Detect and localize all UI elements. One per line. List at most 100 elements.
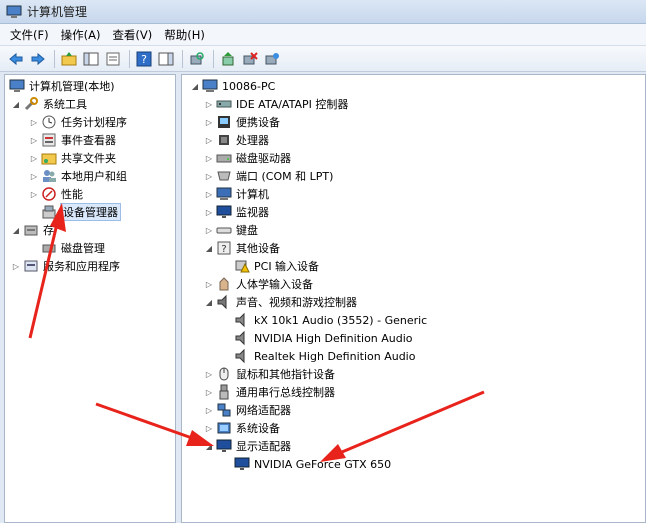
folder-up-icon [61,51,77,65]
expand-toggle[interactable]: ▷ [204,424,214,433]
device-category-label: 网络适配器 [236,404,291,417]
tree-item-storage[interactable]: ◢ 存 [11,221,54,239]
menu-view[interactable]: 查看(V) [106,25,158,45]
back-button[interactable] [6,49,26,69]
device-category-label: 人体学输入设备 [236,278,313,291]
device-category-keyboards[interactable]: ▷ 键盘 [204,221,258,239]
up-folder-button[interactable] [59,49,79,69]
computer-management-icon [9,79,25,92]
expand-toggle[interactable]: ▷ [204,226,214,235]
expand-toggle[interactable]: ▷ [204,280,214,289]
device-item-realtek-audio[interactable]: Realtek High Definition Audio [234,347,415,365]
device-category-label: 磁盘驱动器 [236,152,291,165]
tree-item-performance[interactable]: ▷ 性能 [29,185,83,203]
tree-item-local-users-groups[interactable]: ▷ 本地用户和组 [29,167,127,185]
device-category-display-adapters[interactable]: ◢ 显示适配器 [204,437,291,455]
device-category-label: 监视器 [236,206,269,219]
disk-icon [42,244,56,253]
back-arrow-icon [9,52,23,65]
expand-toggle[interactable]: ▷ [204,388,214,397]
collapse-toggle[interactable]: ◢ [204,298,214,307]
device-item-pci-input[interactable]: PCI 输入设备 [234,257,319,275]
menu-action[interactable]: 操作(A) [55,25,107,45]
network-icon [217,403,231,417]
device-category-hid[interactable]: ▷ 人体学输入设备 [204,275,313,293]
device-category-label: 便携设备 [236,116,280,129]
tree-item-system-tools[interactable]: ◢ 系统工具 [11,95,87,113]
portable-device-icon [218,116,230,128]
menu-file[interactable]: 文件(F) [4,25,55,45]
clock-icon [42,115,56,129]
expand-toggle[interactable]: ▷ [204,406,214,415]
tree-item-services-applications[interactable]: ▷ 服务和应用程序 [11,257,120,275]
scan-hardware-button[interactable] [187,49,207,69]
expand-toggle[interactable]: ▷ [29,172,39,181]
menu-help[interactable]: 帮助(H) [158,25,211,45]
tree-item-task-scheduler[interactable]: ▷ 任务计划程序 [29,113,127,131]
expand-toggle[interactable]: ◢ [11,226,21,235]
device-item-geforce-gtx-650[interactable]: NVIDIA GeForce GTX 650 [234,455,391,473]
uninstall-device-button[interactable] [240,49,260,69]
performance-icon [42,187,56,201]
collapse-toggle[interactable]: ◢ [204,244,214,253]
expand-toggle[interactable]: ▷ [204,100,214,109]
device-category-portable[interactable]: ▷ 便携设备 [204,113,280,131]
collapse-toggle[interactable]: ◢ [204,442,214,451]
tree-item-label: 设备管理器 [60,203,121,221]
device-category-processor[interactable]: ▷ 处理器 [204,131,269,149]
warning-device-icon [235,260,250,273]
device-category-ide[interactable]: ▷ IDE ATA/ATAPI 控制器 [204,95,348,113]
enable-device-icon [265,52,279,64]
expand-toggle[interactable]: ▷ [29,118,39,127]
svg-text:?: ? [221,244,226,255]
device-category-sound[interactable]: ◢ 声音、视频和游戏控制器 [204,293,357,311]
show-action-pane-button[interactable] [156,49,176,69]
device-category-usb[interactable]: ▷ 通用串行总线控制器 [204,383,335,401]
device-category-mouse[interactable]: ▷ 鼠标和其他指针设备 [204,365,335,383]
expand-toggle[interactable]: ▷ [204,154,214,163]
toolbar-separator [213,49,214,68]
expand-toggle[interactable]: ◢ [11,100,21,109]
tree-item-device-manager[interactable]: 设备管理器 [41,203,121,221]
expand-toggle[interactable]: ▷ [29,190,39,199]
expand-toggle[interactable]: ▷ [204,136,214,145]
help-button[interactable]: ? [134,49,154,69]
device-category-ports[interactable]: ▷ 端口 (COM 和 LPT) [204,167,333,185]
tree-item-label: 事件查看器 [61,134,116,147]
action-pane-icon [158,52,174,65]
tree-item-label: 本地用户和组 [61,170,127,183]
update-driver-button[interactable] [218,49,238,69]
expand-toggle[interactable]: ▷ [204,172,214,181]
show-tree-button[interactable] [81,49,101,69]
device-category-other[interactable]: ◢ ? 其他设备 [204,239,280,257]
console-tree-icon [83,52,99,65]
speaker-icon [235,348,245,364]
device-category-computer[interactable]: ▷ 计算机 [204,185,269,203]
device-item-nvidia-audio[interactable]: NVIDIA High Definition Audio [234,329,413,347]
device-category-monitors[interactable]: ▷ 监视器 [204,203,269,221]
forward-button[interactable] [28,49,48,69]
device-item-kx-audio[interactable]: kX 10k1 Audio (3552) - Generic [234,311,427,329]
collapse-toggle[interactable]: ◢ [190,82,200,91]
properties-list-button[interactable] [103,49,123,69]
expand-toggle[interactable]: ▷ [204,208,214,217]
expand-toggle[interactable]: ▷ [204,118,214,127]
device-category-network[interactable]: ▷ 网络适配器 [204,401,291,419]
tree-item-disk-management[interactable]: 磁盘管理 [41,239,105,257]
expand-toggle[interactable]: ▷ [204,190,214,199]
device-category-system[interactable]: ▷ 系统设备 [204,419,280,437]
window-title: 计算机管理 [27,5,88,19]
expand-toggle[interactable]: ▷ [29,136,39,145]
tree-item-computer-management[interactable]: 计算机管理(本地) [9,77,115,95]
expand-toggle[interactable]: ▷ [11,262,21,271]
device-tree-root[interactable]: ◢ 10086-PC [190,77,275,95]
ide-controller-icon [216,100,232,108]
expand-toggle[interactable]: ▷ [29,154,39,163]
tree-item-label: 系统工具 [43,98,87,111]
expand-toggle[interactable]: ▷ [204,370,214,379]
device-category-disk-drives[interactable]: ▷ 磁盘驱动器 [204,149,291,167]
device-category-label: 处理器 [236,134,269,147]
enable-device-button[interactable] [262,49,282,69]
tree-item-event-viewer[interactable]: ▷ 事件查看器 [29,131,116,149]
tree-item-shared-folders[interactable]: ▷ 共享文件夹 [29,149,116,167]
